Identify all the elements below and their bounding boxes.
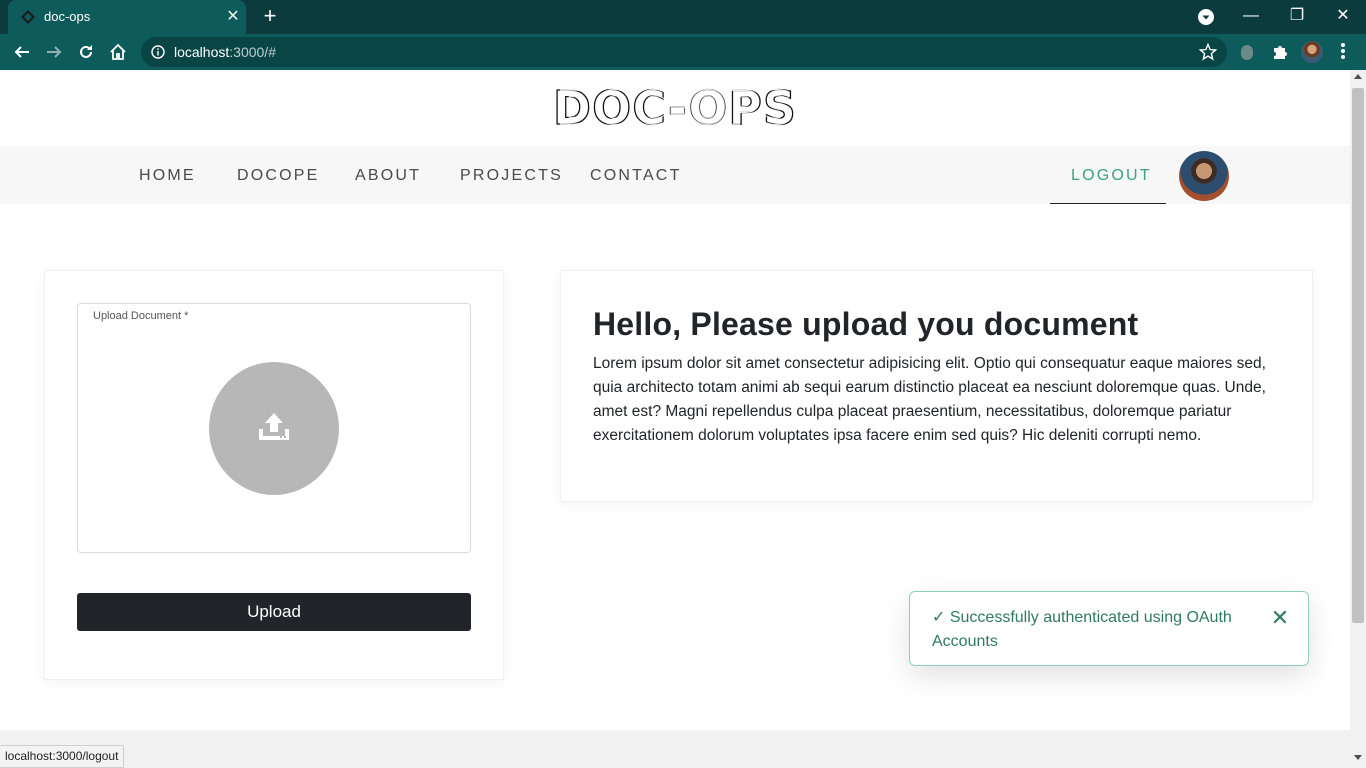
browser-tab[interactable]: doc-ops ✕ <box>8 0 246 34</box>
info-icon[interactable] <box>151 45 165 59</box>
extension-icon[interactable] <box>1241 45 1253 60</box>
user-avatar[interactable] <box>1179 151 1229 201</box>
scroll-up-arrow-icon[interactable] <box>1354 74 1362 79</box>
intro-card: Hello, Please upload you document Lorem … <box>560 270 1313 502</box>
site-logo[interactable]: DOC-OPS DOC-OPS <box>540 84 810 132</box>
upload-field-label: Upload Document * <box>93 310 189 322</box>
page-scrollbar[interactable] <box>1350 70 1366 768</box>
toast-message: ✓ Successfully authenticated using OAuth… <box>932 609 1232 650</box>
back-icon[interactable] <box>10 40 34 64</box>
nav-link-contact[interactable]: CONTACT <box>590 167 682 185</box>
reload-icon[interactable] <box>74 40 98 64</box>
browser-toolbar: localhost:3000/# <box>0 34 1366 70</box>
new-tab-plus-icon[interactable]: + <box>259 5 281 28</box>
nav-link-about[interactable]: ABOUT <box>355 167 421 185</box>
tab-close-icon[interactable]: ✕ <box>224 8 242 26</box>
tab-title: doc-ops <box>44 9 91 24</box>
browser-tabstrip: doc-ops ✕ + — ❐ ✕ <box>0 0 1366 34</box>
address-url: localhost:3000/# <box>174 44 276 60</box>
upload-button[interactable]: Upload <box>77 593 471 631</box>
intro-paragraph: Lorem ipsum dolor sit amet consectetur a… <box>593 355 1266 444</box>
forward-icon[interactable] <box>42 40 66 64</box>
address-bar[interactable]: localhost:3000/# <box>141 37 1227 67</box>
app-favicon-icon <box>21 10 35 24</box>
nav-link-projects[interactable]: PROJECTS <box>460 167 563 185</box>
logout-link[interactable]: LOGOUT <box>1071 167 1152 185</box>
tab-search-icon[interactable] <box>1198 9 1214 25</box>
nav-link-home[interactable]: HOME <box>139 167 196 185</box>
puzzle-icon[interactable] <box>1271 43 1289 61</box>
main-navbar: HOME DOCOPE ABOUT PROJECTS CONTACT LOGOU… <box>0 146 1350 204</box>
upload-circle[interactable] <box>209 362 339 495</box>
svg-text:DOC-OPS: DOC-OPS <box>556 84 793 132</box>
nav-link-docope[interactable]: DOCOPE <box>237 167 320 185</box>
profile-avatar[interactable] <box>1301 41 1323 63</box>
home-icon[interactable] <box>106 40 130 64</box>
star-icon[interactable] <box>1199 43 1217 61</box>
page-content: DOC-OPS DOC-OPS HOME DOCOPE ABOUT PROJEC… <box>0 70 1350 730</box>
upload-icon <box>259 413 289 440</box>
toast-close-icon[interactable]: ✕ <box>1270 607 1290 629</box>
status-bar-url: localhost:3000/logout <box>0 745 125 768</box>
upload-dropzone[interactable]: Upload Document * <box>77 303 471 553</box>
menu-dots-icon[interactable] <box>1337 43 1349 61</box>
minimize-icon[interactable]: — <box>1228 0 1274 34</box>
logout-underline <box>1050 203 1166 204</box>
window-close-icon[interactable]: ✕ <box>1320 0 1366 34</box>
page-title: Hello, Please upload you document <box>593 306 1139 342</box>
scroll-down-arrow-icon[interactable] <box>1354 755 1362 760</box>
restore-icon[interactable]: ❐ <box>1274 0 1320 34</box>
page-bottom-strip <box>0 730 1350 768</box>
scroll-thumb[interactable] <box>1352 88 1364 623</box>
success-toast: ✓ Successfully authenticated using OAuth… <box>909 591 1309 666</box>
upload-card: Upload Document * Upload <box>44 270 504 680</box>
